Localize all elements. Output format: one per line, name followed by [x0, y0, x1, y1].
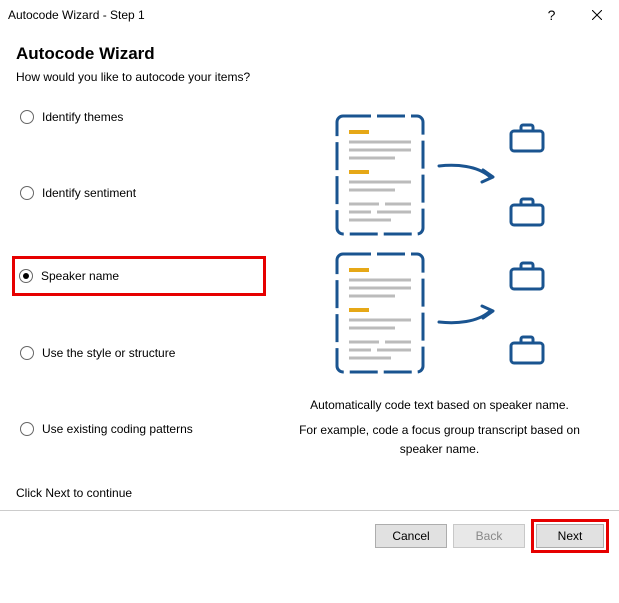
document-icon [335, 252, 425, 374]
briefcase-pair [509, 123, 545, 227]
briefcase-icon [509, 197, 545, 227]
radio-identify-themes[interactable]: Identify themes [16, 104, 266, 130]
page-subtitle: How would you like to autocode your item… [16, 70, 603, 84]
help-button[interactable]: ? [529, 0, 574, 30]
illustration-top [335, 114, 545, 236]
radio-icon [19, 269, 33, 283]
button-label: Next [558, 529, 583, 543]
radio-icon [20, 346, 34, 360]
close-icon [592, 10, 602, 20]
briefcase-icon [509, 261, 545, 291]
briefcase-icon [509, 335, 545, 365]
radio-icon [20, 422, 34, 436]
radio-existing-patterns[interactable]: Use existing coding patterns [16, 416, 266, 442]
radio-identify-sentiment[interactable]: Identify sentiment [16, 180, 266, 206]
page-title: Autocode Wizard [16, 44, 603, 64]
radio-style-structure[interactable]: Use the style or structure [16, 340, 266, 366]
illustration-column: Automatically code text based on speaker… [276, 104, 603, 460]
description-line2: For example, code a focus group transcri… [284, 421, 595, 459]
radio-label: Identify sentiment [42, 186, 136, 200]
radio-speaker-name[interactable]: Speaker name [19, 267, 207, 285]
back-button: Back [453, 524, 525, 548]
radio-icon [20, 110, 34, 124]
footer: Cancel Back Next [0, 511, 619, 561]
highlight-speaker-name: Speaker name [12, 256, 266, 296]
radio-label: Speaker name [41, 269, 119, 283]
radio-label: Use existing coding patterns [42, 422, 193, 436]
titlebar: Autocode Wizard - Step 1 ? [0, 0, 619, 30]
main-area: Identify themes Identify sentiment Speak… [16, 104, 603, 460]
button-label: Cancel [392, 529, 429, 543]
close-button[interactable] [574, 0, 619, 30]
radio-label: Identify themes [42, 110, 123, 124]
next-button[interactable]: Next [536, 524, 604, 548]
radio-label: Use the style or structure [42, 346, 175, 360]
radio-icon [20, 186, 34, 200]
briefcase-icon [509, 123, 545, 153]
arrow-icon [437, 298, 497, 328]
button-label: Back [476, 529, 503, 543]
highlight-next-button: Next [531, 519, 609, 553]
window-title: Autocode Wizard - Step 1 [8, 8, 529, 22]
description-line1: Automatically code text based on speaker… [284, 396, 595, 415]
continue-hint: Click Next to continue [16, 486, 603, 500]
briefcase-pair [509, 261, 545, 365]
description: Automatically code text based on speaker… [276, 396, 603, 460]
content-area: Autocode Wizard How would you like to au… [0, 30, 619, 500]
cancel-button[interactable]: Cancel [375, 524, 447, 548]
arrow-icon [437, 160, 497, 190]
document-icon [335, 114, 425, 236]
options-column: Identify themes Identify sentiment Speak… [16, 104, 266, 460]
illustration-bottom [335, 252, 545, 374]
